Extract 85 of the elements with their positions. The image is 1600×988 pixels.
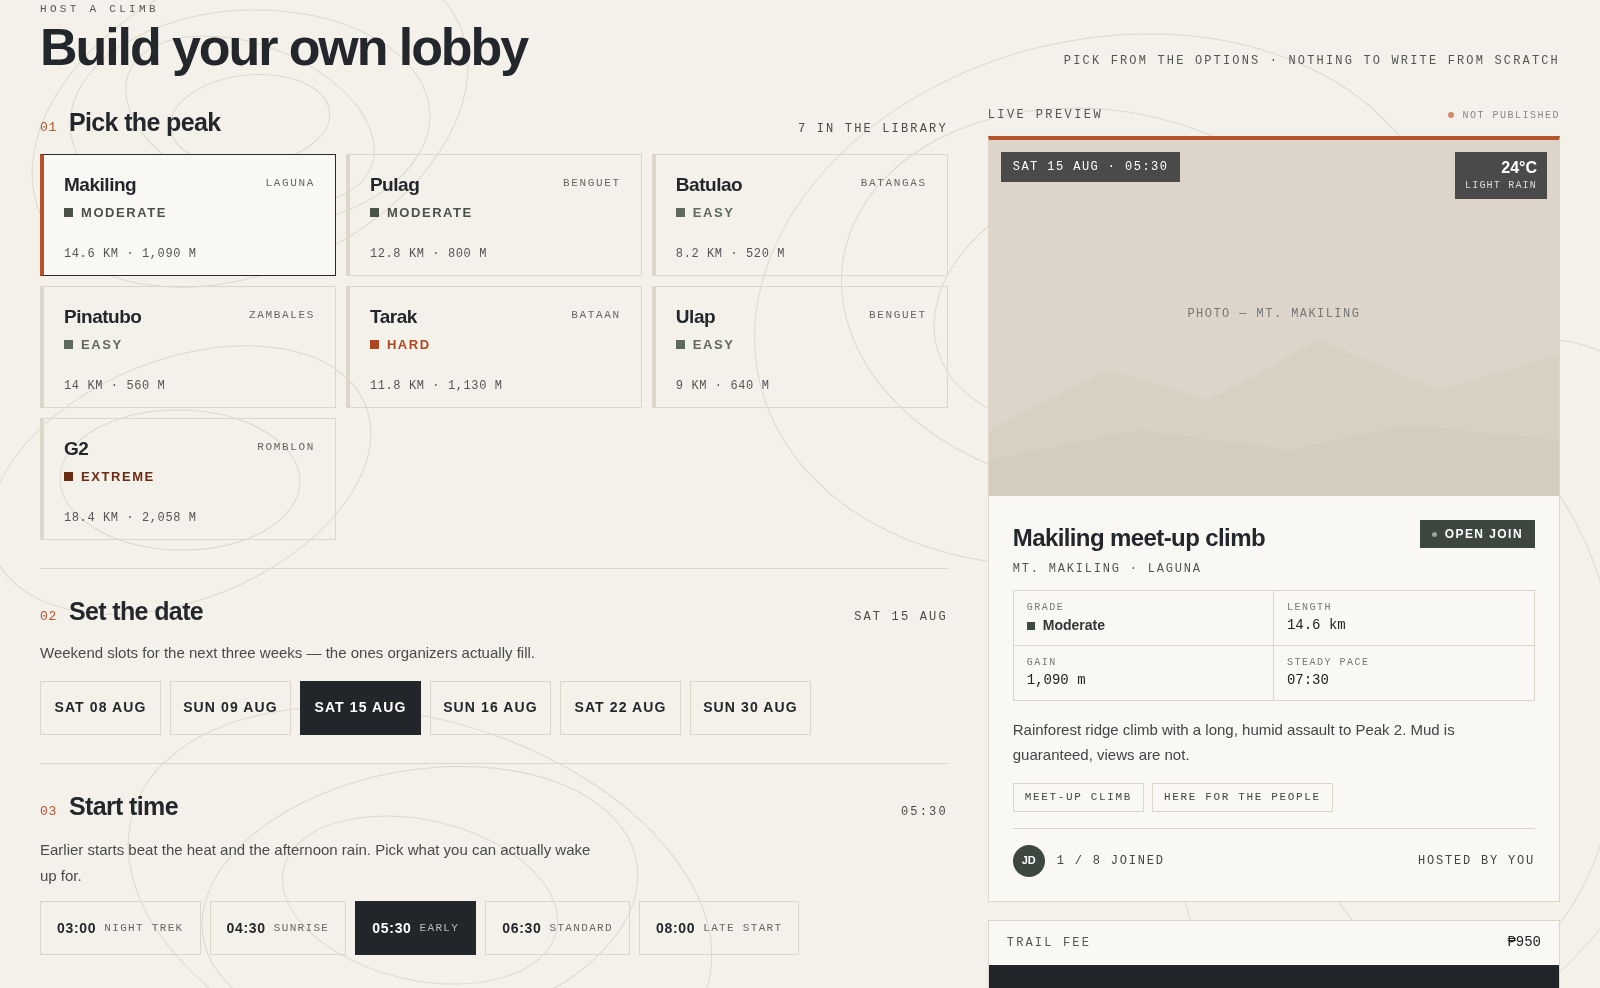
- peak-region: ZAMBALES: [248, 307, 315, 323]
- peak-name: Tarak: [369, 304, 417, 329]
- section-description: Weekend slots for the next three weeks — the ones organizers actually fill.: [40, 643, 536, 664]
- fee-label: TRAIL FEE: [1006, 934, 1092, 952]
- peak-grade: EASY: [81, 336, 123, 355]
- date-option[interactable]: SAT 22 AUG: [560, 680, 681, 735]
- temperature: 24°C: [1501, 158, 1537, 178]
- peak-stats: 18.4 KM · 2,058 M: [64, 509, 198, 527]
- tag: MEET-UP CLIMB: [1012, 783, 1145, 812]
- weather-condition: LIGHT RAIN: [1465, 179, 1537, 193]
- peak-stats: 14 KM · 560 M: [64, 377, 167, 395]
- peak-region: ROMBLON: [257, 439, 315, 455]
- peak-card[interactable]: Makiling LAGUNA MODERATE 14.6 KM · 1,090 M: [40, 153, 336, 276]
- stat-value: 07:30: [1286, 671, 1330, 690]
- page-title: Build your own lobby: [40, 19, 528, 77]
- stat-label: LENGTH: [1286, 601, 1333, 615]
- peak-grade: MODERATE: [81, 204, 167, 223]
- date-option[interactable]: SAT 15 AUG: [300, 680, 421, 735]
- photo-caption: PHOTO — MT. MAKILING: [1186, 306, 1362, 323]
- fee-amount: ₱950: [1507, 933, 1541, 952]
- peak-name: G2: [64, 436, 89, 461]
- page-tagline: PICK FROM THE OPTIONS · NOTHING TO WRITE FROM SCRATCH: [1063, 53, 1560, 70]
- lobby-title: Makiling meet-up climb: [1012, 523, 1265, 553]
- peak-grade: EASY: [692, 204, 735, 223]
- stat-value: 14.6 km: [1286, 616, 1347, 635]
- lobby-location: MT. MAKILING · LAGUNA: [1012, 561, 1203, 578]
- peak-name: Batulao: [675, 172, 743, 197]
- peak-card[interactable]: G2 ROMBLON EXTREME 18.4 KM · 2,058 M: [40, 417, 336, 540]
- eyebrow-label: HOST A CLIMB: [40, 4, 160, 15]
- peak-name: Pinatubo: [64, 304, 142, 329]
- lobby-description: Rainforest ridge climb with a long, humid assault to Peak 2. Mud is guaranteed, views are not.: [1012, 720, 1456, 765]
- time-option[interactable]: 04:30 SUNRISE: [209, 901, 347, 956]
- peak-grade: EASY: [692, 336, 735, 355]
- tag: HERE FOR THE PEOPLE: [1152, 783, 1333, 812]
- open-join-badge: OPEN JOIN: [1419, 520, 1535, 548]
- peak-grade: MODERATE: [386, 204, 473, 223]
- time-option[interactable]: 06:30 STANDARD: [485, 901, 630, 956]
- date-option[interactable]: SAT 08 AUG: [40, 680, 161, 735]
- section-meta: SAT 15 AUG: [854, 609, 948, 627]
- peak-grade: HARD: [386, 336, 431, 355]
- peak-region: BATAAN: [571, 307, 621, 323]
- section-title: Pick the peak: [68, 107, 221, 139]
- peak-card[interactable]: Ulap BENGUET EASY 9 KM · 640 M: [651, 285, 948, 408]
- date-option[interactable]: SUN 30 AUG: [690, 680, 811, 735]
- stat-label: STEADY PACE: [1286, 656, 1371, 670]
- preview-label: LIVE PREVIEW: [987, 107, 1103, 124]
- peak-region: BATANGAS: [860, 175, 927, 191]
- peak-region: BENGUET: [563, 175, 621, 191]
- stat-value: 1,090 m: [1026, 671, 1087, 690]
- date-option[interactable]: SUN 16 AUG: [430, 680, 551, 735]
- peak-region: BENGUET: [869, 307, 927, 323]
- peak-name: Makiling: [64, 172, 137, 197]
- peak-card[interactable]: Batulao BATANGAS EASY 8.2 KM · 520 M: [651, 153, 948, 276]
- section-number: 01: [40, 119, 57, 138]
- section-meta: 05:30: [900, 804, 948, 822]
- peak-region: LAGUNA: [265, 175, 315, 191]
- section-number: 03: [40, 802, 57, 821]
- peak-stats: 8.2 KM · 520 M: [675, 245, 787, 263]
- time-option[interactable]: 08:00 LATE START: [638, 901, 800, 956]
- stat-label: GAIN: [1026, 656, 1058, 670]
- section-number: 02: [40, 607, 57, 626]
- peak-stats: 9 KM · 640 M: [675, 377, 771, 395]
- section-description: Earlier starts beat the heat and the afternoon rain. Pick what you can actually wake up for.: [40, 840, 592, 887]
- peak-card[interactable]: Tarak BATAAN HARD 11.8 KM · 1,130 M: [345, 285, 642, 408]
- date-badge: SAT 15 AUG · 05:30: [1000, 152, 1181, 182]
- peak-stats: 12.8 KM · 800 M: [369, 245, 488, 263]
- peak-stats: 14.6 KM · 1,090 M: [64, 245, 198, 263]
- avatar: JD: [1012, 844, 1045, 877]
- peak-card[interactable]: Pinatubo ZAMBALES EASY 14 KM · 560 M: [40, 285, 336, 408]
- peak-name: Ulap: [675, 304, 716, 329]
- section-title: Set the date: [68, 595, 204, 627]
- host-label: HOSTED BY YOU: [1418, 852, 1535, 870]
- time-option[interactable]: 05:30 EARLY: [355, 901, 477, 956]
- publish-status: NOT PUBLISHED: [1462, 108, 1560, 123]
- time-option[interactable]: 03:00 NIGHT TREK: [40, 901, 201, 956]
- joined-count: 1 / 8 JOINED: [1056, 852, 1165, 870]
- stat-value: Moderate: [1042, 616, 1105, 635]
- peak-grade: EXTREME: [81, 468, 155, 487]
- date-option[interactable]: SUN 09 AUG: [170, 680, 291, 735]
- peak-name: Pulag: [369, 172, 420, 197]
- section-meta: 7 IN THE LIBRARY: [798, 120, 948, 138]
- stat-label: GRADE: [1026, 601, 1066, 615]
- section-title: Start time: [68, 790, 178, 822]
- peak-card[interactable]: Pulag BENGUET MODERATE 12.8 KM · 800 M: [345, 153, 642, 276]
- peak-stats: 11.8 KM · 1,130 M: [369, 377, 504, 395]
